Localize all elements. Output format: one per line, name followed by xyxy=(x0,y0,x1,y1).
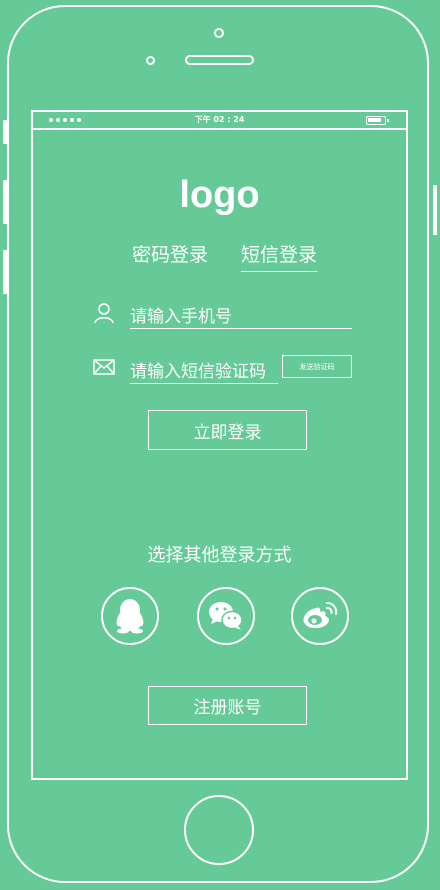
status-bar: 下午 02 : 24 xyxy=(33,112,406,130)
app-logo: logo xyxy=(179,174,260,216)
battery-icon xyxy=(366,116,389,125)
proximity-sensor xyxy=(146,56,155,65)
volume-down-button xyxy=(3,250,7,294)
phone-input[interactable]: 请输入手机号 xyxy=(130,302,352,329)
status-time: 下午 02 : 24 xyxy=(194,115,245,124)
front-camera xyxy=(214,28,224,38)
weibo-icon xyxy=(303,602,338,629)
wechat-icon xyxy=(209,602,243,630)
earpiece-speaker xyxy=(185,55,254,65)
wechat-login-button[interactable] xyxy=(197,587,255,645)
send-code-button[interactable]: 发送验证码 xyxy=(282,355,352,378)
phone-screen: 下午 02 : 24 logo 密码登录 短信登录 请输入手机号 请输入短信验证… xyxy=(31,110,408,780)
home-button xyxy=(184,795,254,865)
user-icon xyxy=(94,303,114,324)
volume-up-button xyxy=(3,180,7,224)
login-button[interactable]: 立即登录 xyxy=(148,410,307,450)
mute-switch xyxy=(3,120,7,144)
power-button xyxy=(433,185,437,235)
tab-password-login[interactable]: 密码登录 xyxy=(132,240,208,267)
register-button[interactable]: 注册账号 xyxy=(148,686,307,725)
qq-login-button[interactable] xyxy=(101,587,159,645)
sms-code-input[interactable]: 请输入短信验证码 xyxy=(130,357,278,384)
tab-sms-login[interactable]: 短信登录 xyxy=(241,240,318,272)
qq-icon xyxy=(116,599,144,634)
other-login-title: 选择其他登录方式 xyxy=(147,545,292,566)
envelope-icon xyxy=(93,359,115,375)
weibo-login-button[interactable] xyxy=(291,587,349,645)
